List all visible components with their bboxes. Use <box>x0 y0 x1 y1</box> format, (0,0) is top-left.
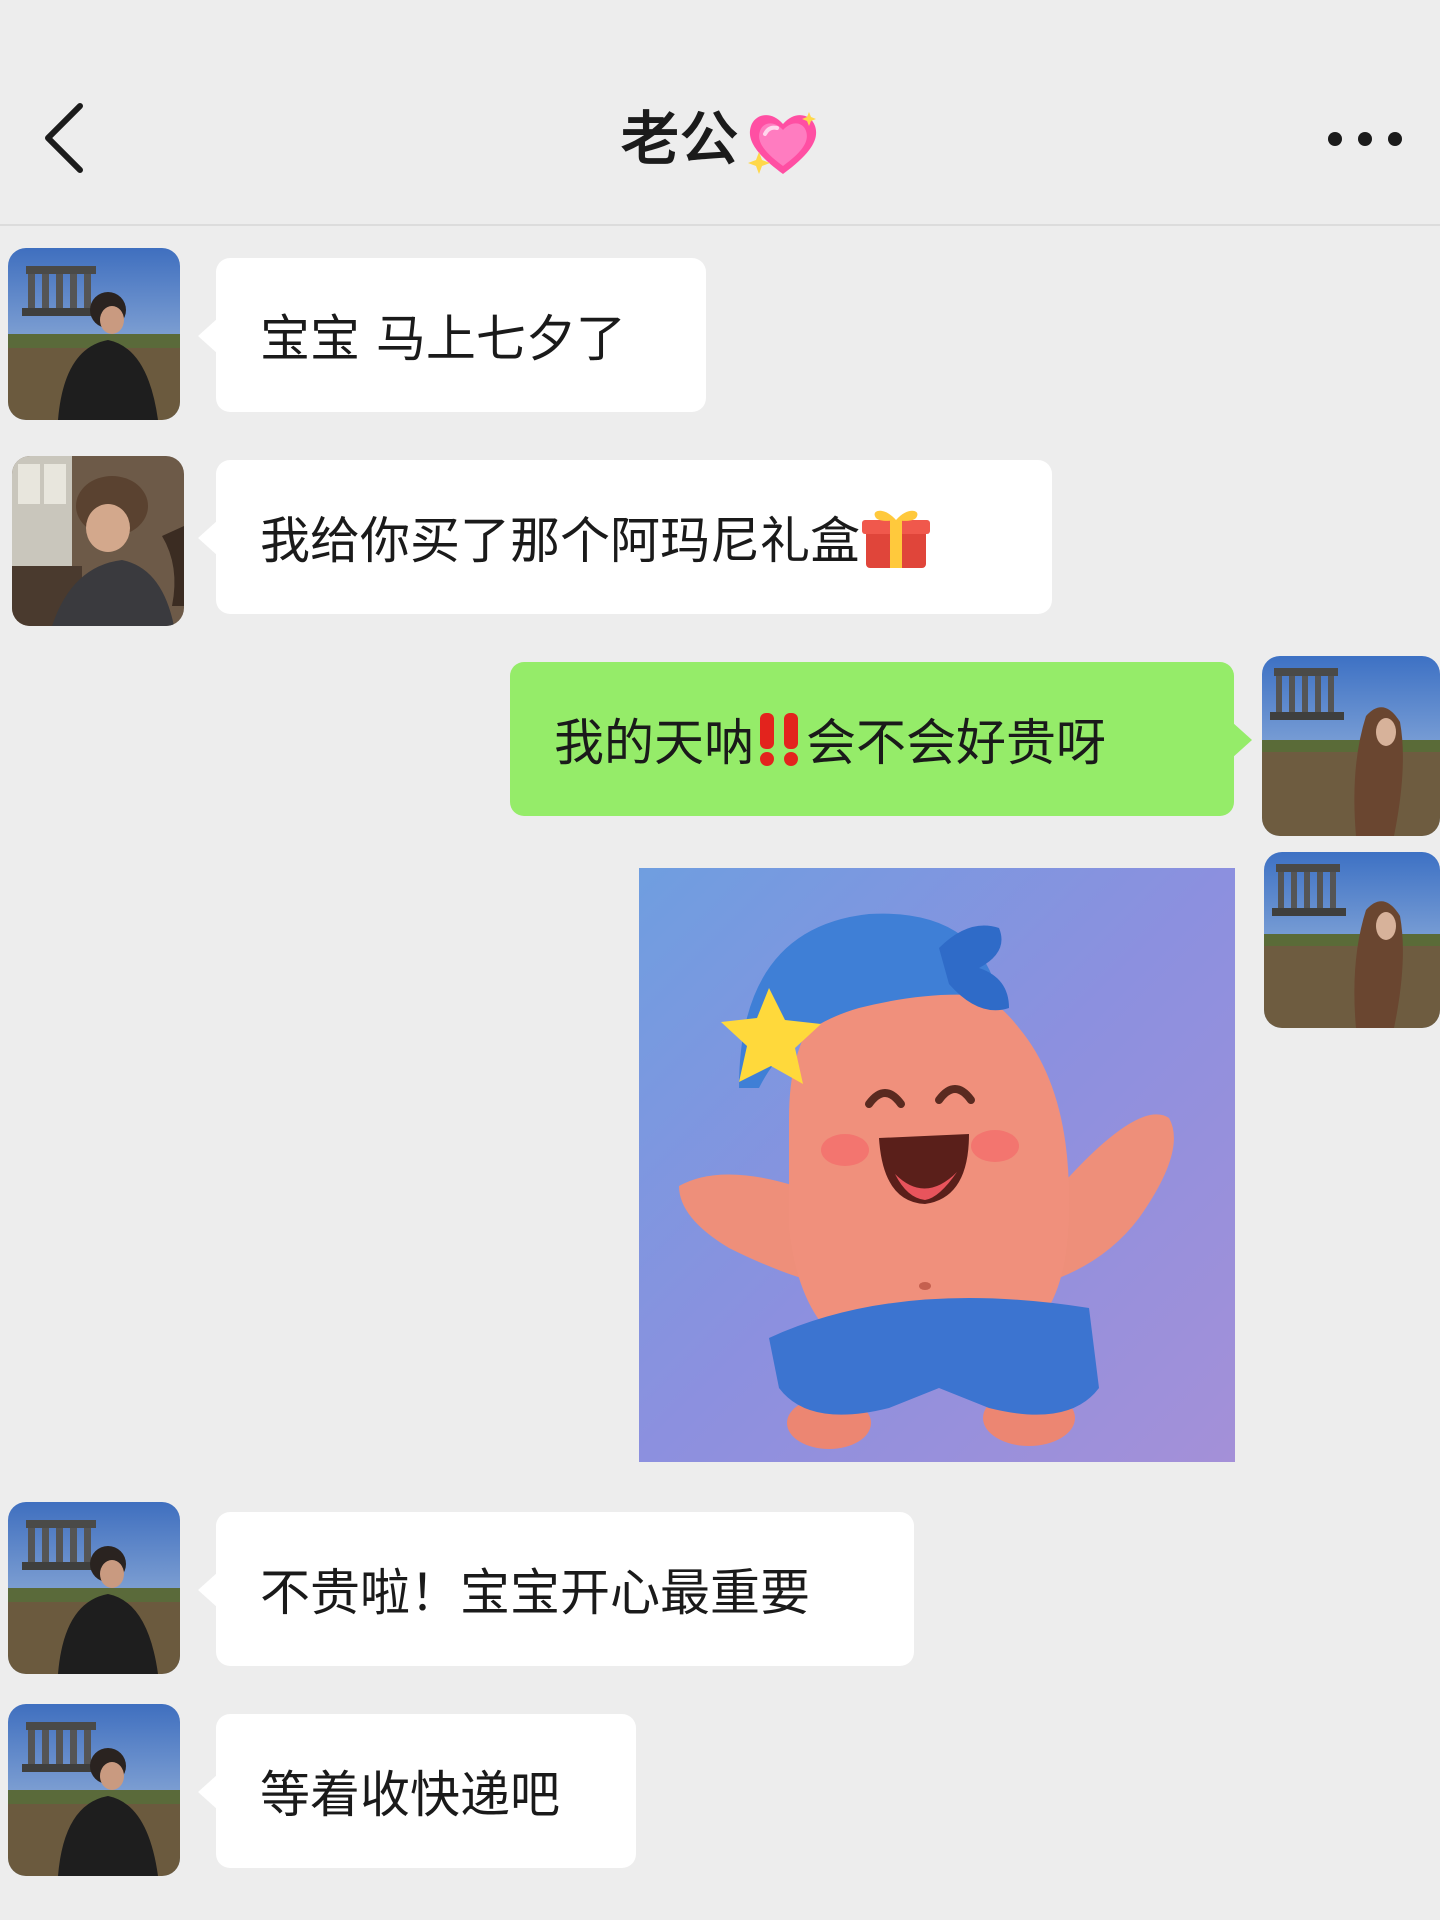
girlfriend-avatar-image <box>1264 852 1440 1028</box>
boyfriend-avatar[interactable] <box>12 456 184 626</box>
message-text: 等着收快递吧 <box>260 1766 560 1824</box>
monument-avatar-image <box>8 1704 180 1876</box>
girlfriend-avatar[interactable] <box>1262 656 1440 836</box>
girlfriend-avatar[interactable] <box>1264 852 1440 1028</box>
boyfriend-avatar[interactable] <box>8 1502 180 1674</box>
chat-screen: 老公 宝宝 马上七夕了 我给你买了那个阿玛尼礼盒 我的天呐 会不会好贵呀 不贵啦… <box>0 0 1440 1920</box>
chat-title: 老公 <box>0 92 1440 178</box>
patrick-star-sticker[interactable] <box>639 868 1235 1462</box>
chat-title-text: 老公 <box>620 105 739 173</box>
girlfriend-avatar-image <box>1262 656 1440 836</box>
message-text-start: 我的天呐 <box>554 714 754 772</box>
chat-header: 老公 <box>0 0 1440 226</box>
patrick-star-image <box>639 868 1235 1462</box>
gift-icon <box>862 510 930 568</box>
double-exclamation-icon <box>760 713 798 766</box>
message-text-end: 会不会好贵呀 <box>806 714 1106 772</box>
message-bubble[interactable]: 宝宝 马上七夕了 <box>198 258 706 412</box>
message-bubble[interactable]: 等着收快递吧 <box>198 1714 636 1868</box>
message-bubble[interactable]: 我的天呐 会不会好贵呀 <box>510 662 1252 816</box>
monument-avatar-image <box>8 248 180 420</box>
message-text: 不贵啦！宝宝开心最重要 <box>260 1564 810 1622</box>
boyfriend-avatar[interactable] <box>8 1704 180 1876</box>
message-text: 我给你买了那个阿玛尼礼盒 <box>260 512 860 570</box>
message-text: 宝宝 马上七夕了 <box>260 310 626 368</box>
message-bubble[interactable]: 我给你买了那个阿玛尼礼盒 <box>198 460 1052 614</box>
indoor-avatar-image <box>12 456 184 626</box>
message-bubble[interactable]: 不贵啦！宝宝开心最重要 <box>198 1512 914 1666</box>
monument-avatar-image <box>8 1502 180 1674</box>
boyfriend-avatar[interactable] <box>8 248 180 420</box>
more-options-icon[interactable] <box>1328 126 1402 152</box>
sparkling-heart-icon <box>748 111 817 174</box>
